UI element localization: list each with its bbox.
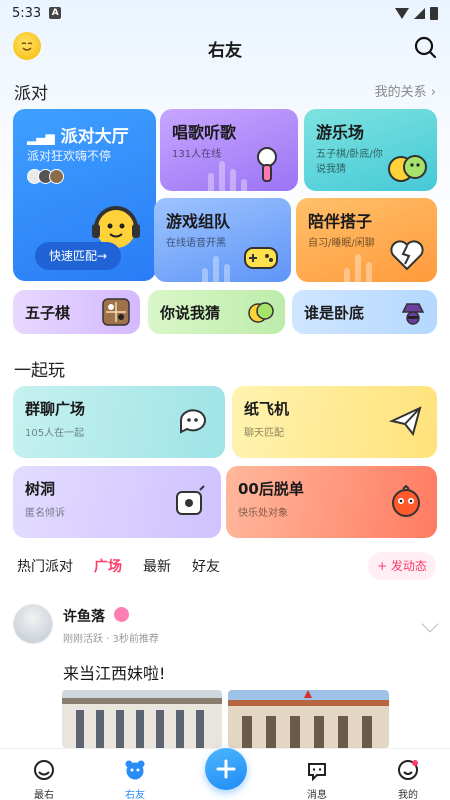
post00-dating-title: 00后脱单 [238, 480, 304, 498]
nav-label: 右友 [125, 790, 145, 800]
gamepad-icon [244, 247, 278, 269]
smiley-face-icon [34, 760, 54, 780]
playground-title: 游乐场 [316, 123, 365, 142]
playground-card[interactable]: 游乐场 五子棋/卧底/你说我猜 [304, 109, 437, 191]
tree-hole-title: 树洞 [25, 480, 56, 498]
orange-monster-icon [392, 484, 420, 517]
party-hall-subtitle: 派对狂欢嗨不停 [27, 149, 112, 163]
post00-dating-subtitle: 快乐处对象 [238, 508, 288, 519]
party-hall-title: ▂▄▆ 派对大厅 [27, 127, 129, 147]
game-team-subtitle: 在线语音开黑 [166, 238, 226, 249]
badge-icon [114, 607, 129, 622]
playground-subtitle: 五子棋/卧底/你说我猜 [316, 149, 383, 175]
play-section-title: 一起玩 [14, 361, 65, 381]
avatar [49, 169, 64, 184]
tree-hole-icon [176, 485, 205, 515]
guess-label: 你说我猜 [160, 303, 221, 322]
nav-item-zuiyou[interactable]: 最右 [14, 749, 74, 800]
post-moment-button[interactable]: + 发动态 [368, 552, 436, 580]
heart-icon [390, 240, 424, 271]
my-relations-link[interactable]: 我的关系 › [375, 81, 436, 100]
emoji-faces-icon [388, 155, 427, 182]
group-chat-card[interactable]: 群聊广场 105人在一起 [13, 386, 225, 458]
guess-tile[interactable]: 你说我猜 [148, 290, 285, 334]
paper-plane-icon [389, 406, 422, 437]
tab-square[interactable]: 广场 [94, 556, 122, 576]
sound-bars [202, 256, 230, 282]
signal-icon [414, 7, 425, 19]
notification-icon: A [49, 7, 62, 19]
status-bar: 5:33 A [0, 0, 450, 26]
microphone-icon [257, 147, 277, 182]
create-plus-button[interactable] [205, 748, 247, 790]
building-photo [62, 690, 222, 748]
companion-card[interactable]: 陪伴搭子 自习/睡眠/闲聊 [296, 198, 437, 282]
tab-friends[interactable]: 好友 [192, 556, 220, 576]
tree-hole-card[interactable]: 树洞 匿名倾诉 [13, 466, 221, 538]
battery-icon [430, 6, 438, 20]
undercover-label: 谁是卧底 [304, 303, 365, 322]
message-icon [308, 763, 326, 782]
app-header: 右友 [0, 28, 450, 68]
emoji-faces-icon [248, 302, 274, 323]
nav-label: 消息 [307, 790, 327, 800]
nav-label: 最右 [34, 790, 54, 800]
chessboard-icon [102, 298, 130, 326]
post-image[interactable] [62, 690, 222, 748]
game-team-card[interactable]: 游戏组队 在线语音开黑 [154, 198, 291, 282]
building-photo [228, 690, 389, 748]
post-author-avatar[interactable] [13, 604, 53, 644]
page-title: 右友 [208, 40, 242, 61]
tree-hole-subtitle: 匿名倾诉 [25, 508, 65, 519]
undercover-tile[interactable]: 谁是卧底 [292, 290, 437, 334]
gomoku-label: 五子棋 [25, 303, 71, 322]
search-icon[interactable] [412, 34, 438, 60]
companion-title: 陪伴搭子 [308, 212, 373, 231]
post-image[interactable] [228, 690, 389, 748]
party-hall-card[interactable]: ▂▄▆ 派对大厅 派对狂欢嗨不停 快速匹配→ [13, 109, 156, 281]
paper-plane-card[interactable]: 纸飞机 聊天匹配 [232, 386, 437, 458]
sing-card-title: 唱歌听歌 [172, 123, 237, 142]
group-chat-title: 群聊广场 [25, 400, 86, 418]
nav-item-messages[interactable]: 消息 [287, 749, 347, 800]
smiley-face-icon [21, 42, 33, 51]
post-text: 来当江西妹啦! [63, 664, 166, 683]
bear-face-icon [125, 760, 145, 780]
user-avatar[interactable] [13, 32, 41, 60]
companion-subtitle: 自习/睡眠/闲聊 [308, 238, 375, 249]
status-time: 5:33 [12, 5, 42, 21]
status-icons [395, 6, 438, 20]
group-chat-subtitle: 105人在一起 [25, 428, 85, 439]
quick-match-button[interactable]: 快速匹配→ [35, 242, 121, 270]
paper-plane-title: 纸飞机 [244, 400, 290, 418]
post00-dating-card[interactable]: 00后脱单 快乐处对象 [226, 466, 437, 538]
nav-item-mine[interactable]: 我的 [378, 749, 438, 800]
chat-bubbles-icon [180, 409, 206, 434]
post-author-name[interactable]: 许鱼落 [63, 606, 105, 626]
sound-bars [344, 254, 372, 282]
tab-latest[interactable]: 最新 [143, 556, 171, 576]
post-meta: 刚刚活跃 · 3秒前推荐 [63, 634, 159, 645]
sing-card-subtitle: 131人在线 [172, 149, 222, 160]
profile-face-icon [398, 760, 418, 780]
online-avatars [27, 169, 64, 184]
spy-hat-icon [401, 303, 425, 325]
gomoku-tile[interactable]: 五子棋 [13, 290, 140, 334]
paper-plane-subtitle: 聊天匹配 [244, 428, 284, 439]
game-team-title: 游戏组队 [166, 212, 231, 231]
sing-listen-card[interactable]: 唱歌听歌 131人在线 [160, 109, 298, 191]
nav-label: 我的 [398, 790, 418, 800]
tab-hot-party[interactable]: 热门派对 [17, 556, 73, 576]
wifi-icon [395, 7, 409, 19]
party-signal-icon: ▂▄▆ [27, 131, 55, 145]
party-section-title: 派对 [14, 84, 48, 104]
nav-item-youyou[interactable]: 右友 [105, 749, 165, 800]
plus-icon [216, 759, 236, 779]
sound-bars [208, 161, 247, 191]
